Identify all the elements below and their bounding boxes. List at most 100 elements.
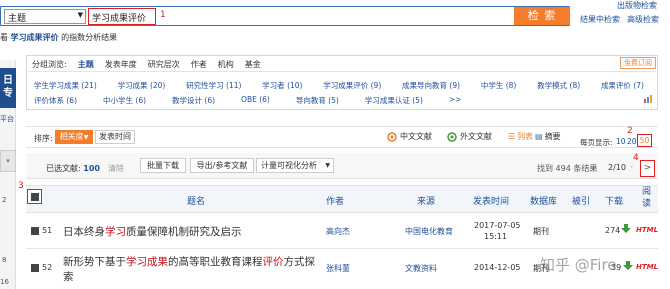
search-input[interactable]: 学习成果评价 (88, 8, 156, 25)
tab-publish-year[interactable]: 发表年度 (105, 59, 137, 70)
tab-fund[interactable]: 基金 (245, 59, 261, 70)
search-button[interactable]: 检 索 (514, 7, 570, 25)
row-checkbox[interactable] (31, 227, 39, 235)
sidebar-label: 平台 (0, 115, 14, 123)
divider (28, 71, 656, 72)
group-browse-label: 分组浏览: (32, 60, 67, 69)
header-cited: 被引 (572, 197, 591, 207)
tab-research-level[interactable]: 研究层次 (148, 59, 180, 70)
abstract-icon: ▤ (535, 132, 543, 141)
topic-item[interactable]: OBE (6) (241, 95, 270, 106)
search-input-value: 学习成果评价 (92, 14, 147, 24)
sort-relevance-button[interactable]: 相关度▼ (55, 130, 93, 144)
topic-item[interactable]: 学生学习成果 (21) (34, 80, 97, 91)
free-subscribe-button[interactable]: 免费订阅 (620, 57, 656, 69)
annotation-2: 2 (627, 126, 633, 136)
chart-icon[interactable] (643, 94, 653, 104)
topic-item[interactable]: 评价体系 (6) (34, 95, 77, 106)
export-button[interactable]: 导出/参考文献 (190, 158, 254, 173)
row-title-link[interactable]: 日本终身学习质量保障机制研究及启示 (63, 224, 242, 239)
topic-more-link[interactable]: >> (449, 95, 462, 106)
topic-item[interactable]: 中小学生 (6) (103, 95, 146, 106)
topic-item[interactable]: 学习成果认证 (5) (365, 95, 423, 106)
header-publish-time: 发表时间 (473, 197, 510, 207)
topic-row-2: 评价体系 (6) 中小学生 (6) 教学设计 (6) OBE (6) 导向教育 … (34, 95, 461, 106)
row-author[interactable]: 高向杰 (326, 226, 350, 237)
header-author: 作者 (326, 197, 345, 207)
row-number: 51 (42, 226, 53, 235)
html-read-link[interactable]: HTML (636, 226, 658, 234)
topic-row-1: 学生学习成果 (21) 学习成果 (20) 研究性学习 (11) 学习者 (10… (34, 80, 644, 91)
next-page-button[interactable]: > (640, 160, 655, 177)
per-page-10[interactable]: 10 (616, 137, 626, 146)
row-downloads: 274 (605, 226, 621, 235)
abstract-view-toggle[interactable]: ▤ 摘要 (535, 131, 561, 142)
sort-down-icon: ▼ (83, 134, 89, 141)
annotation-4: 4 (633, 153, 639, 163)
clear-link[interactable]: 清除 (108, 163, 124, 174)
select-all-checkbox[interactable] (27, 189, 42, 204)
advanced-search-link[interactable]: 高级检索 (627, 14, 659, 25)
row-date: 2017-07-05 (474, 221, 521, 230)
per-page-20[interactable]: 20 (627, 137, 637, 146)
topic-item[interactable]: 学习者 (10) (262, 80, 302, 91)
selected-count: 100 (83, 164, 100, 173)
prev-page-icon[interactable]: ‹ (630, 162, 633, 171)
tab-topic[interactable]: 主题 (78, 59, 94, 70)
sidebar-badge[interactable]: 日 专 (0, 68, 16, 108)
row-source[interactable]: 文教资料 (405, 263, 437, 274)
header-title: 题名 (187, 197, 206, 207)
topic-item[interactable]: 学习成果 (20) (118, 80, 166, 91)
foreign-docs-icon (447, 131, 457, 142)
index-term-link[interactable]: 学习成果评价 (11, 33, 59, 42)
watermark: 知乎 @Fire (540, 256, 617, 274)
per-page-label: 每页显示: (580, 138, 613, 147)
row-author[interactable]: 张科董 (326, 263, 350, 274)
row-source[interactable]: 中国电化教育 (405, 226, 453, 237)
header-read: 阅读 (642, 187, 652, 209)
batch-download-button[interactable]: 批量下载 (140, 158, 186, 173)
sidebar-collapse[interactable]: ▾ (0, 150, 16, 172)
download-icon[interactable] (621, 224, 631, 234)
chevron-down-icon: ▼ (325, 162, 330, 169)
chinese-docs-toggle[interactable]: 中文文献 (387, 131, 432, 142)
topic-item[interactable]: 成果导向教育 (9) (402, 80, 460, 91)
foreign-docs-toggle[interactable]: 外文文献 (447, 131, 492, 142)
annotation-3: 3 (18, 181, 24, 191)
field-select[interactable]: 主题 ▼ (4, 9, 86, 24)
row-title-link[interactable]: 新形势下基于学习成果的高等职业教育课程评价方式探索 (63, 255, 321, 285)
sort-time-button[interactable]: 发表时间 (95, 130, 135, 144)
header-source: 来源 (417, 197, 436, 207)
header-downloads: 下载 (605, 197, 624, 207)
field-select-value: 主题 (8, 14, 27, 24)
index-line: 看 学习成果评价 的指数分析结果 (0, 33, 118, 42)
topic-item[interactable]: 中学生 (8) (481, 80, 517, 91)
tab-institution[interactable]: 机构 (218, 59, 234, 70)
sort-label: 排序: (34, 134, 53, 143)
download-icon[interactable] (623, 261, 633, 271)
per-page-50[interactable]: 50 (637, 134, 652, 147)
selected-docs: 已选文献: 100 (46, 164, 100, 173)
list-icon: ☰ (508, 132, 516, 141)
chinese-docs-icon (387, 131, 397, 142)
topic-item[interactable]: 教学模式 (8) (537, 80, 580, 91)
found-count: 找到 494 条结果 (537, 164, 598, 173)
topic-item[interactable]: 教学设计 (6) (172, 95, 215, 106)
row-time: 15:11 (484, 232, 508, 241)
topic-item[interactable]: 研究性学习 (11) (186, 80, 241, 91)
list-view-toggle[interactable]: ☰ 列表 (508, 131, 533, 142)
tab-author[interactable]: 作者 (191, 59, 207, 70)
publication-search-link[interactable]: 出版物检索 (617, 0, 657, 11)
row-date: 2014-12-05 (474, 263, 521, 272)
html-read-link[interactable]: HTML (636, 263, 658, 271)
topic-item[interactable]: 学习成果评价 (9) (323, 80, 381, 91)
search-in-results-link[interactable]: 结果中检索 (580, 14, 620, 25)
row-checkbox[interactable] (31, 264, 39, 272)
topic-item[interactable]: 导向教育 (5) (296, 95, 339, 106)
group-browse-tabs: 分组浏览: 主题 发表年度 研究层次 作者 机构 基金 (32, 59, 261, 70)
visualize-button[interactable]: 计量可视化分析 ▼ (256, 158, 334, 173)
sidebar-num-2: 8 (2, 256, 7, 264)
page-indicator: 2/10 (608, 163, 626, 172)
topic-item[interactable]: 成果评价 (7) (601, 80, 644, 91)
chevron-down-icon: ▼ (77, 11, 83, 19)
